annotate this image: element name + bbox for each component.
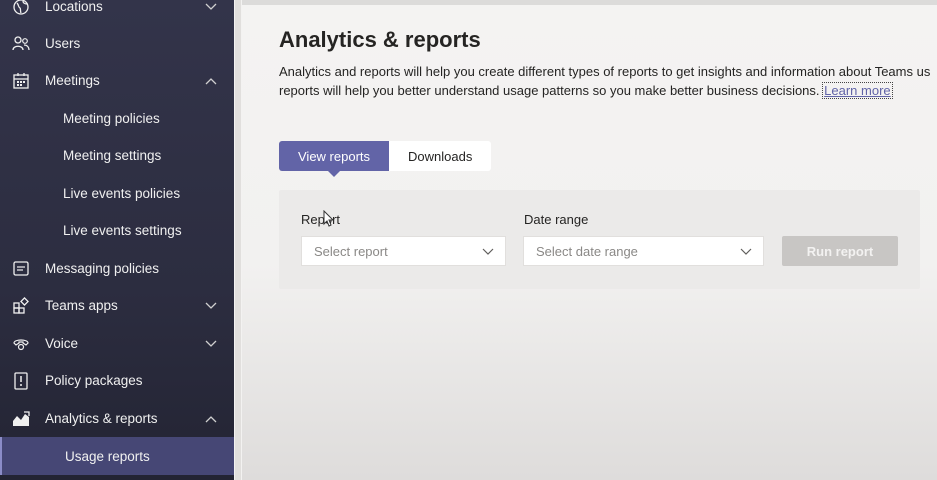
chevron-down-icon[interactable] xyxy=(204,0,218,14)
nav-item-usage-reports[interactable]: Usage reports xyxy=(0,437,234,475)
description-line-2-text: reports will help you better understand … xyxy=(279,83,820,98)
chevron-up-icon[interactable] xyxy=(204,74,218,88)
nav-item-label: Meetings xyxy=(45,73,100,88)
date-range-placeholder: Select date range xyxy=(536,243,638,259)
report-select-placeholder: Select report xyxy=(314,243,388,259)
message-icon xyxy=(12,260,30,278)
nav-item-live-events-policies[interactable]: Live events policies xyxy=(0,175,234,212)
nav-item-messaging-policies[interactable]: Messaging policies xyxy=(0,250,234,287)
chevron-down-icon[interactable] xyxy=(204,337,218,351)
run-report-button[interactable]: Run report xyxy=(782,236,898,266)
report-select[interactable]: Select report xyxy=(301,236,506,266)
nav-item-label: Locations xyxy=(45,0,103,14)
chevron-down-icon[interactable] xyxy=(204,299,218,313)
page-description: Analytics and reports will help you crea… xyxy=(279,62,937,100)
mouse-cursor-icon xyxy=(323,209,335,228)
nav-item-teams-apps[interactable]: Teams apps xyxy=(0,287,234,324)
nav-item-label: Users xyxy=(45,36,81,51)
chevron-up-icon[interactable] xyxy=(204,412,218,426)
nav-item-label: Live events settings xyxy=(63,223,182,238)
chevron-down-icon xyxy=(739,245,753,259)
nav-item-users[interactable]: Users xyxy=(0,25,234,62)
users-icon xyxy=(12,35,30,53)
nav-item-label: Messaging policies xyxy=(45,261,160,276)
scrollbar-thumb[interactable] xyxy=(235,0,241,480)
description-line-1: Analytics and reports will help you crea… xyxy=(279,64,931,79)
sidebar-scrollbar[interactable] xyxy=(234,0,242,480)
tab-view-reports[interactable]: View reports xyxy=(279,141,390,177)
date-range-select[interactable]: Select date range xyxy=(523,236,764,266)
calendar-icon xyxy=(12,72,30,90)
left-navigation: Locations Users Meetings Meeting policie… xyxy=(0,0,234,480)
learn-more-link[interactable]: Learn more xyxy=(822,82,893,99)
chevron-down-icon xyxy=(481,245,495,259)
date-range-label: Date range xyxy=(524,212,589,227)
top-divider xyxy=(242,0,937,5)
nav-item-meeting-policies[interactable]: Meeting policies xyxy=(0,100,234,137)
nav-item-label: Policy packages xyxy=(45,373,143,388)
nav-item-analytics-reports[interactable]: Analytics & reports xyxy=(0,400,234,437)
nav-item-label: Meeting policies xyxy=(63,111,160,126)
nav-item-label: Meeting settings xyxy=(63,148,162,163)
report-tabs: View reports Downloads xyxy=(279,141,492,177)
main-content: Analytics & reports Analytics and report… xyxy=(242,0,937,480)
policy-package-icon xyxy=(12,371,30,390)
nav-item-meetings[interactable]: Meetings xyxy=(0,62,234,99)
nav-item-label: Voice xyxy=(45,336,79,351)
nav-item-label: Usage reports xyxy=(65,448,150,464)
nav-item-label: Teams apps xyxy=(45,298,118,313)
report-filter-panel: Report Select report Date range Select d… xyxy=(279,190,920,289)
nav-item-voice[interactable]: Voice xyxy=(0,325,234,362)
nav-item-label: Analytics & reports xyxy=(45,411,158,426)
nav-item-meeting-settings[interactable]: Meeting settings xyxy=(0,137,234,174)
description-line-2: reports will help you better understand … xyxy=(279,81,937,100)
voice-icon xyxy=(12,335,30,353)
apps-icon xyxy=(12,296,30,315)
analytics-icon xyxy=(12,410,30,428)
nav-item-policy-packages[interactable]: Policy packages xyxy=(0,362,234,399)
page-title: Analytics & reports xyxy=(279,27,481,52)
nav-item-live-events-settings[interactable]: Live events settings xyxy=(0,212,234,249)
globe-icon xyxy=(12,0,30,16)
nav-item-locations[interactable]: Locations xyxy=(0,0,234,25)
nav-item-label: Live events policies xyxy=(63,186,181,201)
tab-downloads[interactable]: Downloads xyxy=(389,141,492,171)
